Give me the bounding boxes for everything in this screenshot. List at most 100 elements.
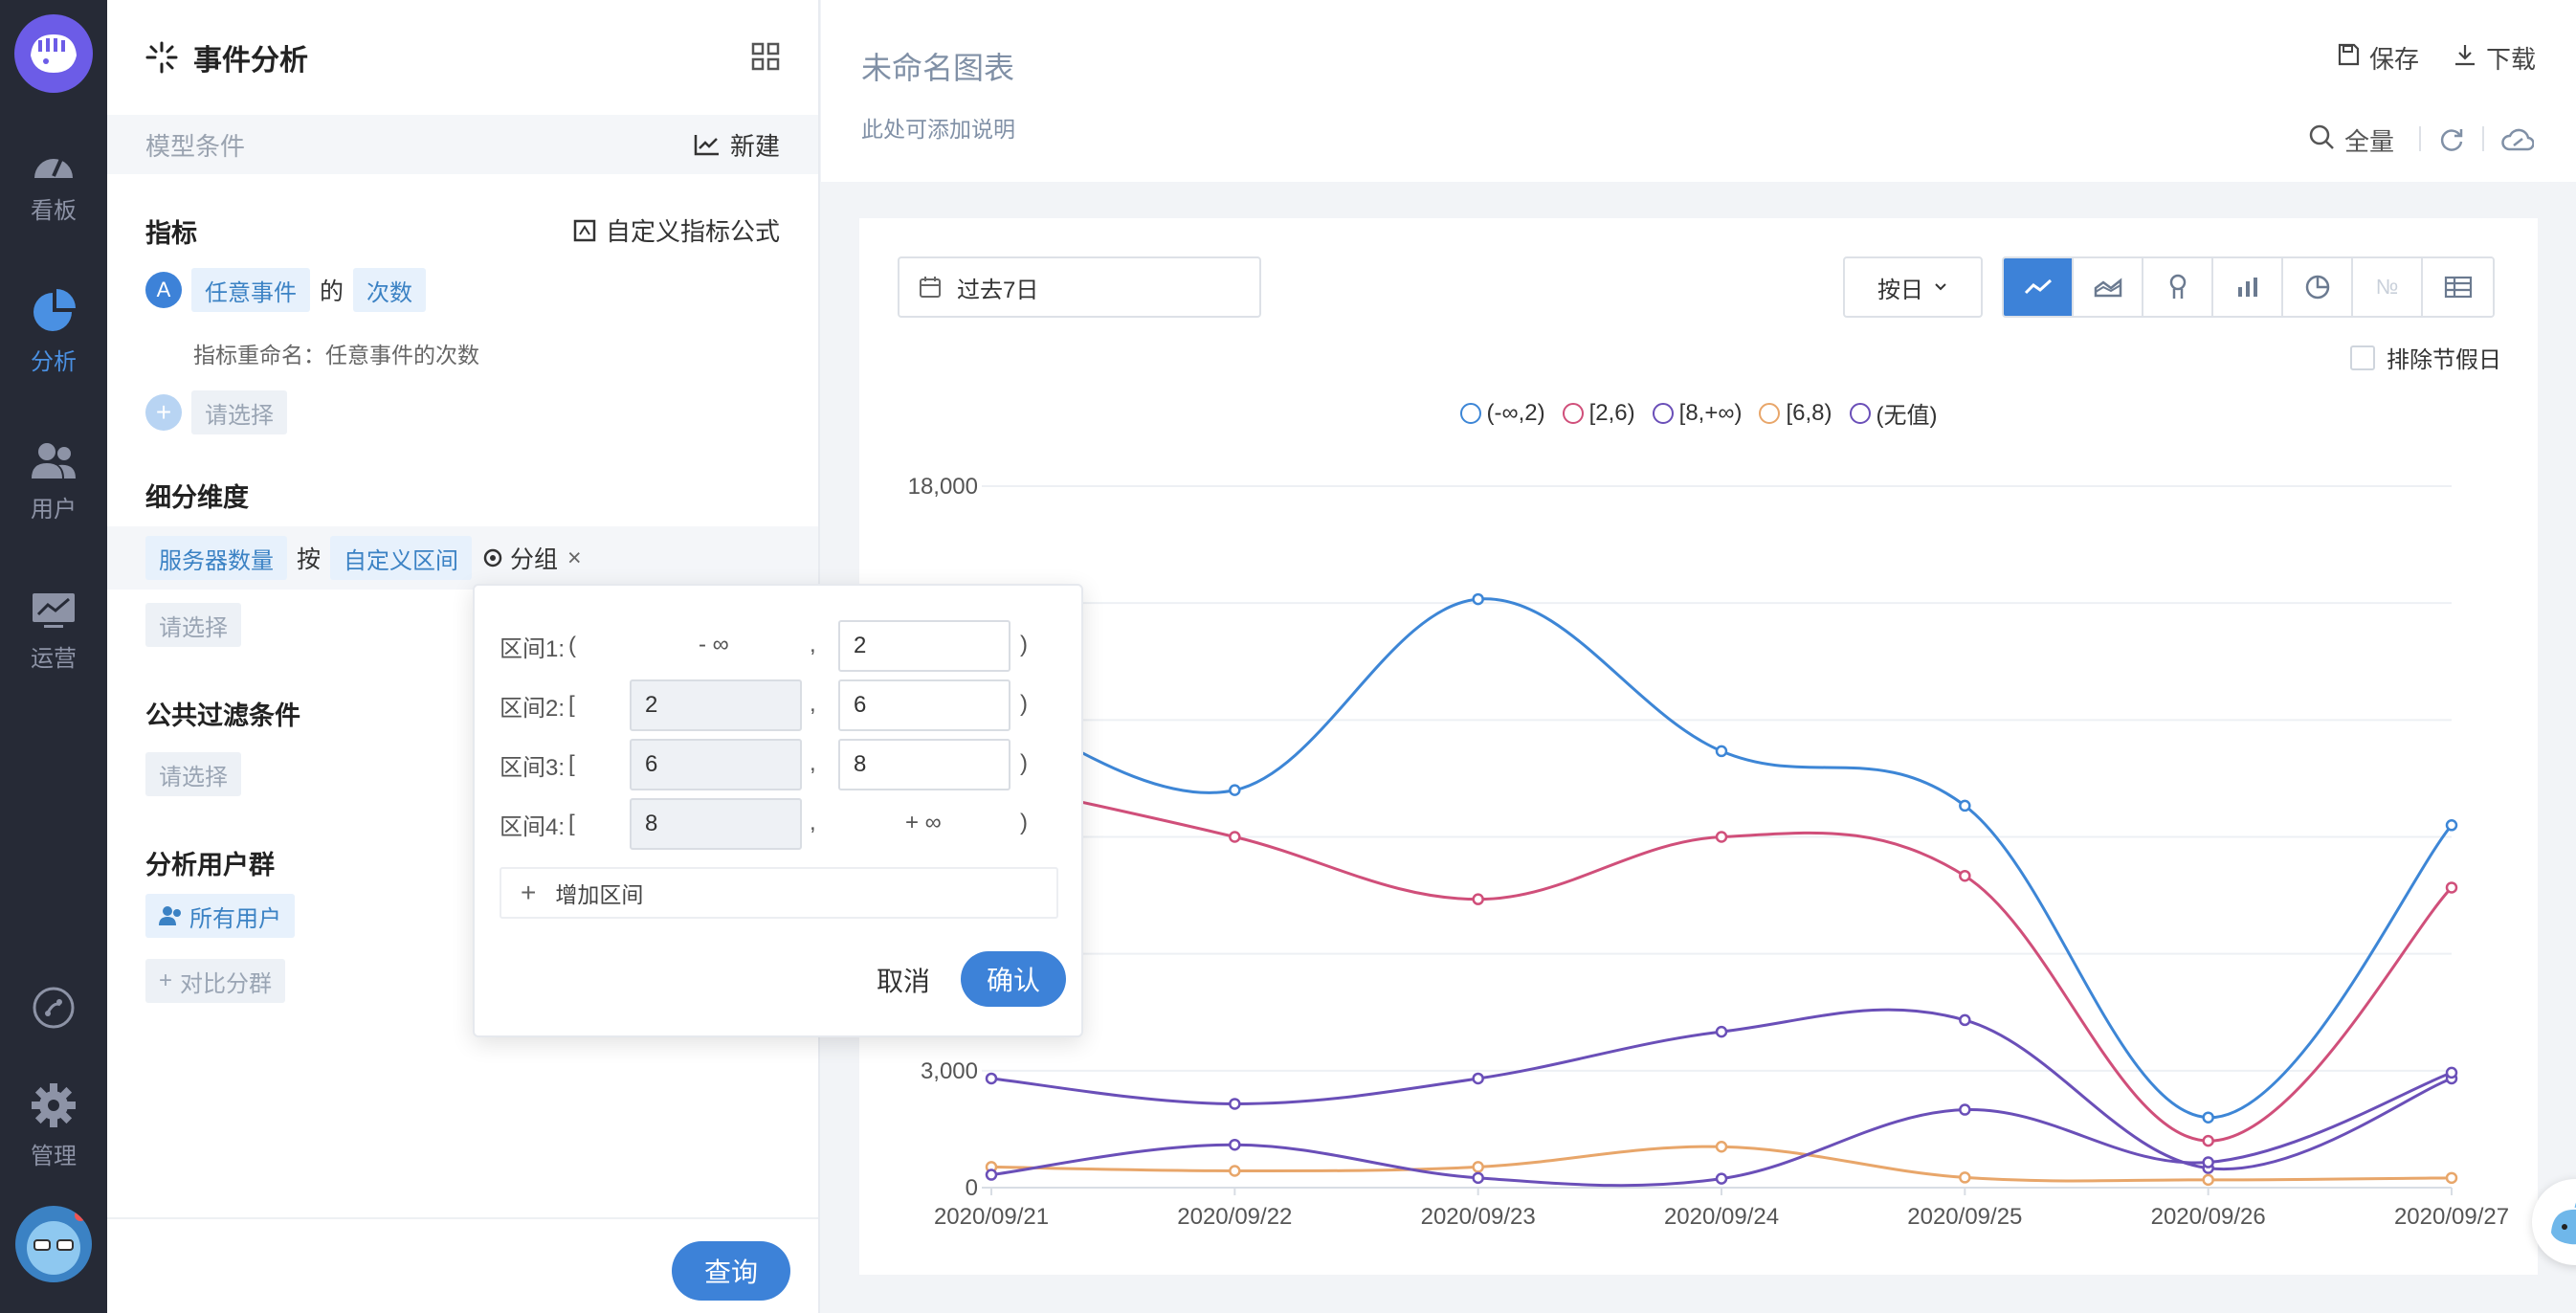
all-users-label: 所有用户 — [189, 905, 281, 932]
breakdown-select[interactable]: 请选择 — [145, 603, 241, 647]
cancel-button[interactable]: 取消 — [877, 961, 930, 999]
range-upper-input[interactable]: 2 — [838, 620, 1010, 672]
range-label: 区间2: — [500, 695, 566, 722]
avatar[interactable] — [15, 1206, 92, 1282]
data-point[interactable] — [1229, 1138, 1241, 1151]
new-button[interactable]: 新建 — [694, 127, 780, 163]
y-tick-label: 0 — [966, 1175, 978, 1201]
data-point[interactable] — [1472, 592, 1484, 606]
data-point[interactable] — [1229, 1098, 1241, 1110]
nav-item-operations[interactable]: 运营 — [0, 591, 107, 673]
divider — [2419, 126, 2421, 151]
data-point[interactable] — [1472, 893, 1484, 905]
add-range-label: 增加区间 — [555, 882, 644, 907]
download-button[interactable]: 下载 — [2454, 40, 2536, 76]
by-label: 按 — [297, 546, 322, 573]
data-point[interactable] — [985, 1072, 998, 1085]
nav-item-analysis[interactable]: 分析 — [0, 289, 107, 376]
assistant-widget[interactable] — [2532, 1179, 2576, 1265]
custom-range-popover: 区间1: ( - ∞ , 2 ) 区间2: [ 2 , 6 ) 区间3: [ 6… — [473, 584, 1083, 1037]
range-lower-input: 6 — [630, 739, 802, 790]
data-point[interactable] — [1959, 1171, 1971, 1184]
refresh-icon[interactable] — [2438, 126, 2465, 153]
nav-item-dashboard[interactable]: 看板 — [0, 144, 107, 225]
metric-row: A 任意事件 的 次数 — [145, 268, 427, 312]
query-button[interactable]: 查询 — [672, 1241, 790, 1301]
chart-title[interactable]: 未命名图表 — [861, 44, 1014, 88]
metric-rename[interactable]: 指标重命名：任意事件的次数 — [193, 337, 479, 369]
save-label: 保存 — [2369, 45, 2420, 74]
save-button[interactable]: 保存 — [2337, 40, 2419, 76]
add-metric-button[interactable]: + — [145, 394, 182, 431]
data-point[interactable] — [2445, 881, 2458, 894]
data-point[interactable] — [1715, 745, 1728, 758]
compare-button[interactable]: + 对比分群 — [145, 959, 286, 1003]
cloud-sync-icon[interactable] — [2501, 126, 2534, 153]
range-open-bracket: [ — [568, 751, 575, 777]
grid-icon[interactable] — [751, 42, 780, 71]
range-comma: , — [810, 750, 816, 776]
data-point[interactable] — [2202, 1134, 2214, 1147]
data-point[interactable] — [1959, 799, 1971, 812]
close-icon[interactable]: × — [567, 545, 582, 572]
range-label: 区间1: — [500, 635, 566, 662]
range-open-bracket: [ — [568, 692, 575, 718]
data-point[interactable] — [985, 1168, 998, 1181]
user-group-row: 所有用户 — [145, 894, 295, 938]
data-point[interactable] — [1715, 1172, 1728, 1185]
users-icon — [159, 906, 181, 925]
data-point[interactable] — [1959, 1103, 1971, 1116]
compare-label: 对比分群 — [180, 970, 273, 997]
group-settings-button[interactable]: 分组 — [481, 541, 558, 575]
series-line[interactable] — [990, 597, 2454, 1120]
data-point[interactable] — [1472, 1072, 1484, 1085]
measure-select[interactable]: 次数 — [353, 268, 427, 312]
panel-header: 事件分析 — [107, 0, 818, 115]
x-tick-label: 2020/09/21 — [934, 1204, 1049, 1230]
add-range-button[interactable]: + 增加区间 — [500, 867, 1058, 919]
data-point[interactable] — [1959, 1013, 1971, 1027]
nav-item-users[interactable]: 用户 — [0, 442, 107, 523]
data-point[interactable] — [1229, 831, 1241, 843]
confirm-button[interactable]: 确认 — [961, 951, 1066, 1007]
event-analysis-icon — [145, 41, 178, 74]
data-point[interactable] — [2445, 1066, 2458, 1079]
data-point[interactable] — [1715, 831, 1728, 843]
data-point[interactable] — [1715, 1025, 1728, 1038]
dimension-select[interactable]: 服务器数量 — [145, 536, 287, 580]
metric-select[interactable]: 请选择 — [191, 390, 287, 434]
app-logo[interactable] — [14, 14, 93, 93]
data-point[interactable] — [1229, 784, 1241, 796]
mode-select[interactable]: 自定义区间 — [330, 536, 473, 580]
gear-icon — [32, 1083, 76, 1127]
chart-description[interactable]: 此处可添加说明 — [861, 111, 1015, 144]
data-point[interactable] — [1715, 1140, 1728, 1153]
range-upper-input[interactable]: 8 — [838, 739, 1010, 790]
nav-item-link[interactable] — [0, 986, 107, 1030]
event-select[interactable]: 任意事件 — [191, 268, 310, 312]
full-data-label: 全量 — [2344, 127, 2395, 156]
full-data-button[interactable]: 全量 — [2308, 122, 2394, 158]
custom-formula-button[interactable]: 自定义指标公式 — [573, 212, 780, 248]
data-point[interactable] — [1472, 1171, 1484, 1185]
data-point[interactable] — [2445, 819, 2458, 832]
data-point[interactable] — [2445, 1171, 2458, 1185]
nav-item-manage[interactable]: 管理 — [0, 1083, 107, 1170]
data-point[interactable] — [1472, 1161, 1484, 1173]
pie-chart-icon — [33, 289, 76, 331]
user-group-title: 分析用户群 — [145, 851, 275, 879]
range-lower-input: 8 — [630, 798, 802, 850]
data-point[interactable] — [2202, 1156, 2214, 1168]
data-point[interactable] — [2202, 1173, 2214, 1187]
panel-title: 事件分析 — [193, 45, 308, 77]
nav-label: 看板 — [31, 198, 77, 224]
operations-icon — [33, 593, 75, 628]
x-tick-label: 2020/09/23 — [1421, 1204, 1536, 1230]
range-upper-input[interactable]: 6 — [838, 679, 1010, 731]
data-point[interactable] — [1229, 1165, 1241, 1177]
filter-select[interactable]: 请选择 — [145, 752, 241, 796]
all-users-select[interactable]: 所有用户 — [145, 894, 295, 938]
data-point[interactable] — [1959, 869, 1971, 882]
dashboard-icon — [34, 158, 73, 178]
data-point[interactable] — [2202, 1111, 2214, 1124]
